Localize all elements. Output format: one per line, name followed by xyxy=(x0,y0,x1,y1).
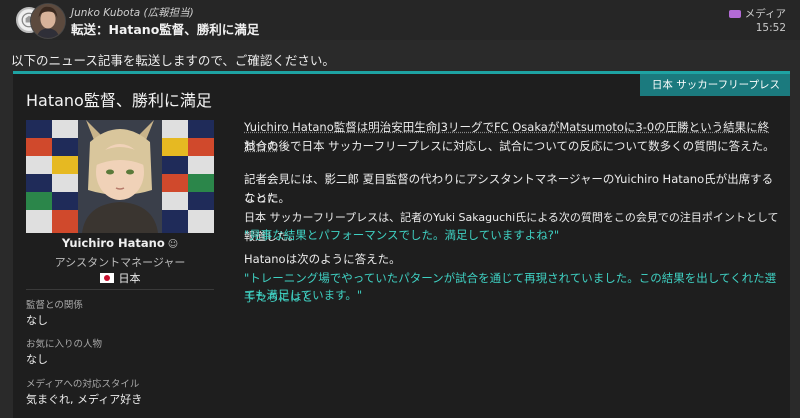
answer-quote: ても満足しています。" xyxy=(244,288,363,302)
attribute-value: 気まぐれ, メディア好き xyxy=(26,393,143,406)
media-tag-label: メディア xyxy=(744,8,786,20)
article-paragraph: Hatanoは次のように答えた。 xyxy=(244,252,401,266)
article-paragraph: なった。 xyxy=(244,191,290,205)
tag-icon xyxy=(728,9,741,18)
article-paragraph: 試合の後で日本 サッカーフリープレスに対応し、試合についての反応について数多くの… xyxy=(244,139,775,153)
media-tag: メディア xyxy=(728,6,786,21)
attribute-value: なし xyxy=(26,353,48,366)
attribute-value: なし xyxy=(26,314,48,327)
sender-name[interactable]: Junko Kubota (広報担当) xyxy=(71,5,194,20)
attribute-label: メディアへの対応スタイル xyxy=(26,379,140,390)
person-profile-icon: ☺ xyxy=(167,239,179,250)
person-name[interactable]: Yuichiro Hatano ☺ xyxy=(26,236,214,250)
intro-text: 以下のニュース記事を転送しますので、ご確認ください。 xyxy=(11,53,335,68)
message-time: 15:52 xyxy=(755,22,786,34)
news-source-tab: 日本 サッカーフリープレス xyxy=(639,74,790,96)
attribute-label: お気に入りの人物 xyxy=(26,339,103,350)
article-title: Hatano監督、勝利に満足 xyxy=(26,91,212,110)
attribute-label: 監督との関係 xyxy=(26,300,83,311)
message-header: Junko Kubota (広報担当) 転送：Hatano監督、勝利に満足 メデ… xyxy=(0,0,800,40)
news-article-card: 日本 サッカーフリープレス Hatano監督、勝利に満足 Yuichiro Ha… xyxy=(13,71,790,418)
divider xyxy=(26,289,214,290)
person-role: アシスタントマネージャー xyxy=(54,256,186,269)
question-quote: "見事な結果とパフォーマンスでした。満足していますよね?" xyxy=(244,228,560,242)
sender-avatar-group[interactable] xyxy=(16,3,66,39)
person-photo xyxy=(26,120,214,233)
message-subject: 転送：Hatano監督、勝利に満足 xyxy=(71,22,260,37)
person-nation-label: 日本 xyxy=(118,272,141,285)
avatar xyxy=(30,3,66,39)
person-nation: 日本 xyxy=(26,270,214,286)
person-name-text[interactable]: Yuichiro Hatano xyxy=(62,236,165,250)
japan-flag-icon xyxy=(99,273,114,283)
